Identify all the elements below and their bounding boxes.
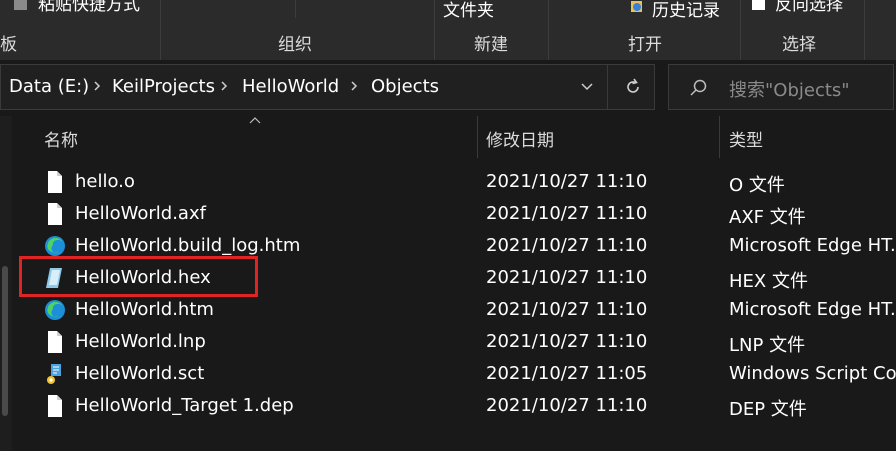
- ribbon-separator: [864, 0, 865, 60]
- file-type: HEX 文件: [729, 271, 808, 292]
- file-type: Windows Script Co...: [729, 363, 896, 384]
- refresh-icon[interactable]: [623, 77, 643, 97]
- invert-selection-button[interactable]: 反向选择: [775, 0, 843, 15]
- address-bar[interactable]: Data (E:) KeilProjects HelloWorld Object…: [0, 64, 655, 110]
- ribbon: 粘贴快捷方式 文件夹 历史记录 反向选择 板 组织 新建 打开 选择: [0, 0, 896, 60]
- column-header-name[interactable]: 名称: [44, 126, 78, 151]
- paste-shortcut-button[interactable]: 粘贴快捷方式: [38, 0, 140, 15]
- file-row[interactable]: HelloWorld_Target 1.dep 2021/10/27 11:10…: [20, 390, 896, 422]
- ribbon-separator: [295, 0, 296, 18]
- sort-ascending-icon: [249, 117, 261, 124]
- file-row[interactable]: HelloWorld.sct 2021/10/27 11:05 Windows …: [20, 358, 896, 390]
- breadcrumb-drive[interactable]: Data (E:): [9, 76, 89, 97]
- new-folder-button[interactable]: 文件夹: [443, 0, 494, 21]
- file-date: 2021/10/27 11:10: [486, 267, 648, 288]
- group-clipboard-label: 板: [0, 35, 17, 55]
- file-date: 2021/10/27 11:10: [486, 395, 648, 416]
- breadcrumb-helloworld[interactable]: HelloWorld: [242, 76, 339, 97]
- highlight-box: [19, 256, 258, 297]
- paste-shortcut-icon[interactable]: [14, 0, 27, 10]
- group-new-label: 新建: [474, 35, 508, 55]
- file-type: DEP 文件: [729, 399, 807, 420]
- column-header-modified[interactable]: 修改日期: [486, 126, 554, 151]
- ribbon-separator: [434, 0, 435, 60]
- file-date: 2021/10/27 11:10: [486, 171, 648, 192]
- file-name: HelloWorld.sct: [75, 363, 205, 384]
- file-row[interactable]: HelloWorld.htm 2021/10/27 11:10 Microsof…: [20, 294, 896, 326]
- file-name: hello.o: [75, 171, 135, 192]
- chevron-right-icon[interactable]: [219, 79, 229, 93]
- search-box[interactable]: 搜索"Objects": [668, 64, 894, 110]
- file-type: Microsoft Edge HT...: [729, 299, 896, 320]
- scrollbar-thumb[interactable]: [2, 266, 8, 416]
- vertical-scrollbar[interactable]: [0, 116, 12, 451]
- file-name: HelloWorld.htm: [75, 299, 214, 320]
- ribbon-separator: [548, 0, 549, 60]
- file-name: HelloWorld.axf: [75, 203, 206, 224]
- file-type: Microsoft Edge HT...: [729, 235, 896, 256]
- address-separator: [607, 65, 608, 109]
- blank-file-icon: [48, 395, 62, 417]
- search-icon: [690, 79, 707, 96]
- file-name: HelloWorld.lnp: [75, 331, 206, 352]
- file-type: AXF 文件: [729, 207, 806, 228]
- edge-icon: [45, 236, 65, 256]
- file-date: 2021/10/27 11:10: [486, 331, 648, 352]
- script-file-icon: [47, 364, 61, 384]
- column-separator[interactable]: [477, 116, 478, 158]
- file-date: 2021/10/27 11:10: [486, 299, 648, 320]
- chevron-down-icon[interactable]: [579, 81, 595, 93]
- blank-file-icon: [48, 203, 62, 225]
- file-name: HelloWorld_Target 1.dep: [75, 395, 294, 416]
- file-date: 2021/10/27 11:10: [486, 203, 648, 224]
- history-button[interactable]: 历史记录: [652, 0, 720, 21]
- file-row[interactable]: hello.o 2021/10/27 11:10 O 文件: [20, 166, 896, 198]
- edge-icon: [45, 300, 65, 320]
- breadcrumb-objects[interactable]: Objects: [371, 76, 439, 97]
- file-name: HelloWorld.build_log.htm: [75, 235, 301, 256]
- group-organize-label: 组织: [278, 35, 312, 55]
- chevron-right-icon[interactable]: [349, 79, 359, 93]
- blank-file-icon: [48, 171, 62, 193]
- file-type: O 文件: [729, 175, 785, 196]
- ribbon-separator: [160, 0, 161, 60]
- file-date: 2021/10/27 11:10: [486, 235, 648, 256]
- column-separator[interactable]: [719, 116, 720, 158]
- file-date: 2021/10/27 11:05: [486, 363, 648, 384]
- group-select-label: 选择: [782, 35, 816, 55]
- ribbon-separator: [740, 0, 741, 60]
- file-row[interactable]: HelloWorld.axf 2021/10/27 11:10 AXF 文件: [20, 198, 896, 230]
- chevron-right-icon[interactable]: [92, 79, 102, 93]
- group-open-label: 打开: [628, 35, 662, 55]
- breadcrumb-keilprojects[interactable]: KeilProjects: [112, 76, 215, 97]
- file-row[interactable]: HelloWorld.lnp 2021/10/27 11:10 LNP 文件: [20, 326, 896, 358]
- history-icon: [631, 1, 642, 12]
- column-header-type[interactable]: 类型: [729, 126, 763, 151]
- blank-file-icon: [48, 331, 62, 353]
- file-type: LNP 文件: [729, 335, 806, 356]
- search-input[interactable]: 搜索"Objects": [729, 76, 850, 102]
- invert-selection-icon: [752, 0, 765, 10]
